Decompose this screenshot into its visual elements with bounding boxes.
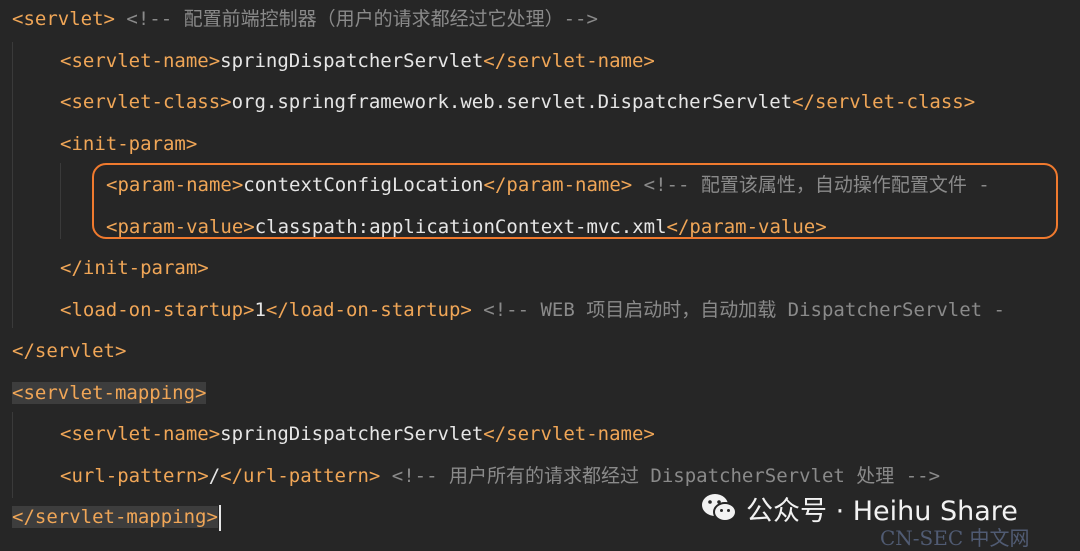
code-text: springDispatcherServlet [220,423,484,445]
site-watermark: CN-SEC 中文网 [880,526,1030,550]
xml-tag: <servlet-name> [60,49,221,72]
xml-tag: <init-param> [60,132,198,155]
xml-tag: <servlet-name> [60,423,221,445]
wechat-icon [702,494,737,522]
highlight-annotation-box [92,163,1058,239]
xml-tag: </servlet-name> [483,423,655,445]
xml-tag: <servlet> [12,8,115,30]
xml-tag: </servlet-mapping> [12,506,218,528]
watermark: 公众号 · Heihu Share [700,490,1018,527]
code-line[interactable]: <init-param> [0,124,1080,166]
code-text: 1 [254,298,266,321]
code-editor[interactable]: <servlet> <!-- 配置前端控制器（用户的请求都经过它处理）--> <s… [0,0,1080,550]
xml-tag: </load-on-startup> [265,298,472,321]
code-line[interactable]: <servlet-mapping> [0,373,1080,415]
code-line[interactable]: <servlet-class>org.springframework.web.s… [0,82,1080,124]
code-comment: <!-- WEB 项目启动时，自动加载 DispatcherServlet - [471,298,1005,321]
xml-tag: <servlet-class> [60,91,232,113]
code-text: springDispatcherServlet [220,49,484,72]
xml-tag: </servlet> [12,340,127,362]
code-line[interactable]: <servlet-name>springDispatcherServlet</s… [0,41,1080,83]
text-cursor [218,504,221,531]
xml-tag: </url-pattern> [220,464,381,487]
code-line[interactable]: <servlet> <!-- 配置前端控制器（用户的请求都经过它处理）--> [0,0,1080,41]
code-comment: <!-- 用户所有的请求都经过 DispatcherServlet 处理 --> [380,464,941,487]
xml-tag: </servlet-name> [483,49,655,72]
xml-tag: </servlet-class> [792,91,976,113]
code-line[interactable]: </servlet> [0,331,1080,373]
code-comment: <!-- 配置前端控制器（用户的请求都经过它处理）--> [114,8,598,30]
xml-tag: </init-param> [60,257,209,279]
code-line[interactable]: <servlet-name>springDispatcherServlet</s… [0,414,1080,456]
code-text: / [208,464,221,487]
xml-tag: <url-pattern> [60,464,209,487]
xml-tag: <servlet-mapping> [12,381,207,404]
code-line[interactable]: </init-param> [0,248,1080,290]
code-text: org.springframework.web.servlet.Dispatch… [231,91,793,113]
code-line[interactable]: <load-on-startup>1</load-on-startup> <!-… [0,290,1080,332]
xml-tag: <load-on-startup> [60,298,255,321]
